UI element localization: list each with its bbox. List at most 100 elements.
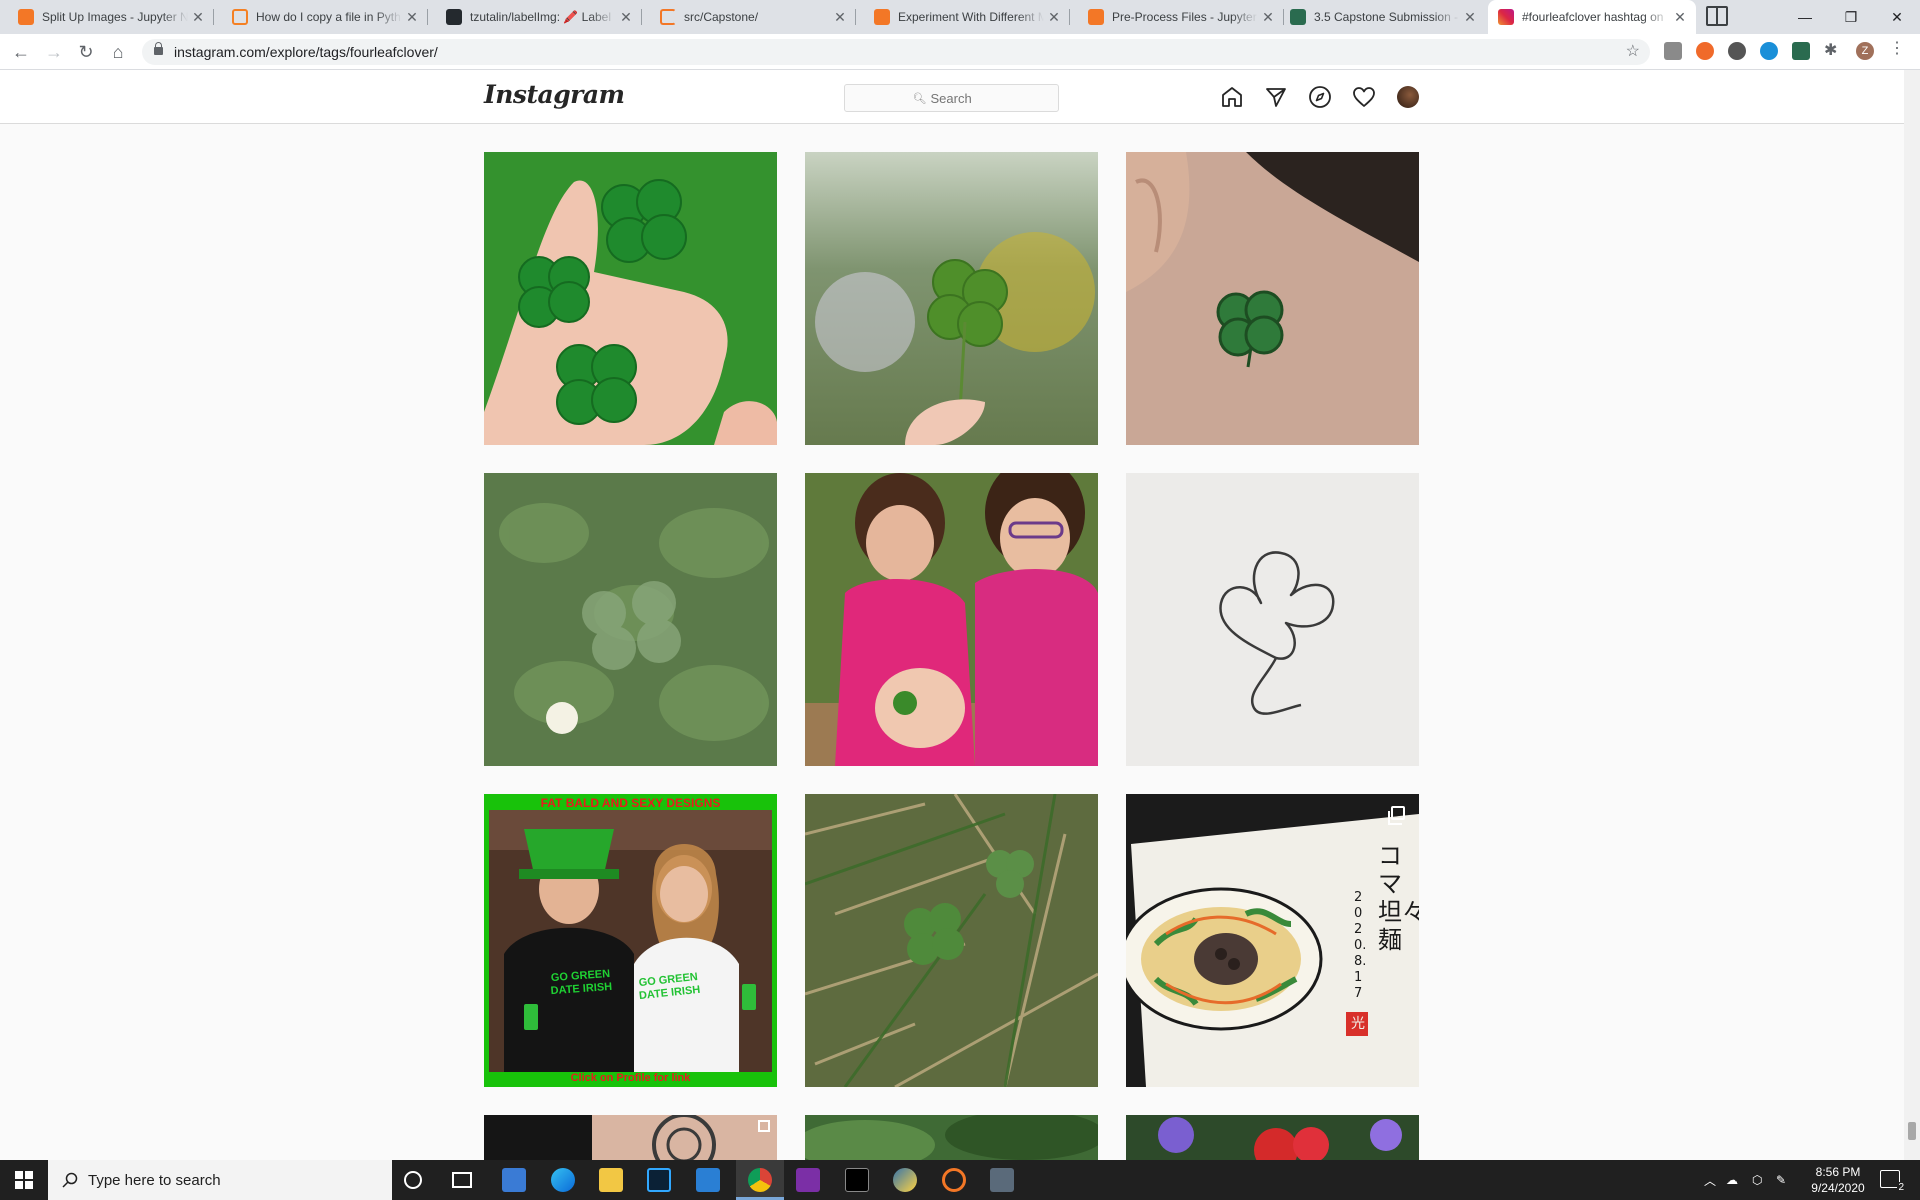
back-icon[interactable]: ← xyxy=(9,40,33,64)
home-icon[interactable] xyxy=(1220,85,1244,109)
tab-close-icon[interactable]: ✕ xyxy=(830,9,850,26)
tab-separator xyxy=(427,9,428,25)
lock-icon xyxy=(154,42,163,55)
restore-icon[interactable]: ❐ xyxy=(1828,0,1874,34)
instagram-logo[interactable]: Instagram xyxy=(484,80,625,109)
tab-copy-file-python[interactable]: How do I copy a file in Pyth ✕ xyxy=(222,0,428,34)
task-view-icon[interactable] xyxy=(452,1172,472,1188)
tab-close-icon[interactable]: ✕ xyxy=(402,9,422,26)
post-tile[interactable] xyxy=(805,152,1098,445)
extension-blue-icon[interactable] xyxy=(1760,42,1778,60)
dropbox-icon[interactable]: ⬡ xyxy=(1752,1160,1762,1200)
jupyter-icon xyxy=(18,9,34,25)
tab-close-icon[interactable]: ✕ xyxy=(1460,9,1480,26)
photoshop-icon[interactable] xyxy=(647,1168,671,1192)
search-icon xyxy=(62,1172,78,1188)
tab-split-up-images[interactable]: Split Up Images - Jupyter N ✕ xyxy=(8,0,214,34)
extensions-puzzle-icon[interactable]: ✱ xyxy=(1824,40,1842,59)
tab-title: How do I copy a file in Pyth xyxy=(256,10,401,24)
post-tile[interactable] xyxy=(805,473,1098,766)
page-scrollbar[interactable] xyxy=(1904,70,1920,1160)
carousel-multiple-icon xyxy=(1388,806,1405,825)
taskbar-search-box[interactable]: Type here to search xyxy=(48,1160,392,1200)
bookmark-star-icon[interactable]: ☆ xyxy=(1626,41,1640,61)
jupyter-taskbar-icon[interactable] xyxy=(942,1168,966,1192)
tab-title: #fourleafclover hashtag on xyxy=(1522,10,1664,24)
post-tile[interactable] xyxy=(1126,1115,1419,1160)
clover-tattoo-behind-ear-image xyxy=(1126,152,1419,445)
post-tile[interactable] xyxy=(1126,152,1419,445)
tab-title: src/Capstone/ xyxy=(684,10,759,24)
tab-title: 3.5 Capstone Submission - I xyxy=(1314,10,1460,24)
post-tile[interactable] xyxy=(1126,473,1419,766)
post-tile[interactable] xyxy=(805,1115,1098,1160)
cortana-icon[interactable] xyxy=(404,1171,422,1189)
scrollbar-thumb[interactable] xyxy=(1908,1122,1916,1140)
tab-close-icon[interactable]: ✕ xyxy=(188,9,208,26)
browser-tab-strip: Split Up Images - Jupyter N ✕ How do I c… xyxy=(0,0,1920,34)
edge-icon[interactable] xyxy=(551,1168,575,1192)
profile-avatar[interactable] xyxy=(1397,86,1419,108)
green-foliage-image xyxy=(805,1115,1098,1160)
post-tile[interactable] xyxy=(805,794,1098,1087)
tab-close-icon[interactable]: ✕ xyxy=(1044,9,1064,26)
tab-search-icon[interactable] xyxy=(1706,6,1728,26)
direct-message-icon[interactable] xyxy=(1264,85,1288,109)
tab-close-icon[interactable]: ✕ xyxy=(616,9,636,26)
home-page-icon[interactable]: ⌂ xyxy=(106,40,130,64)
tab-preprocess[interactable]: Pre-Process Files - Jupyter N ✕ xyxy=(1078,0,1284,34)
store-icon[interactable] xyxy=(502,1168,526,1192)
search-input[interactable] xyxy=(930,90,991,106)
extension-orange-icon[interactable] xyxy=(1696,42,1714,60)
browser-toolbar: ← → ↻ ⌂ instagram.com/explore/tags/fourl… xyxy=(0,34,1920,70)
post-banner-top: FAT BALD AND SEXY DESIGNS xyxy=(540,796,721,810)
extension-edx-icon[interactable] xyxy=(1792,42,1810,60)
post-tile[interactable] xyxy=(484,1115,777,1160)
jupyter-icon xyxy=(874,9,890,25)
reload-icon[interactable]: ↻ xyxy=(74,40,98,64)
tab-close-icon[interactable]: ✕ xyxy=(1670,9,1690,26)
painting-vertical-text: コマ坦々麺 xyxy=(1378,842,1419,954)
extension-circle-icon[interactable] xyxy=(1728,42,1746,60)
tab-capstone-submission[interactable]: 3.5 Capstone Submission - I ✕ xyxy=(1280,0,1486,34)
tab-src-capstone[interactable]: src/Capstone/ ✕ xyxy=(650,0,856,34)
clover-held-in-meadow-image xyxy=(805,152,1098,445)
post-tile[interactable] xyxy=(484,473,777,766)
edx-icon xyxy=(1290,9,1306,25)
tab-title: Experiment With Different M xyxy=(898,10,1044,24)
calculator-icon[interactable] xyxy=(990,1168,1014,1192)
start-windows-icon[interactable] xyxy=(0,1160,48,1200)
file-explorer-icon[interactable] xyxy=(599,1168,623,1192)
explore-compass-icon[interactable] xyxy=(1308,85,1332,109)
minimize-icon[interactable]: — xyxy=(1782,0,1828,34)
close-window-icon[interactable]: ✕ xyxy=(1874,0,1920,34)
terminal-icon[interactable] xyxy=(845,1168,869,1192)
python-icon[interactable] xyxy=(893,1168,917,1192)
onenote-icon[interactable] xyxy=(796,1168,820,1192)
notifications-icon[interactable]: 2 xyxy=(1880,1170,1905,1193)
tab-labelimg[interactable]: tzutalin/labelImg: 🖍️ Label ✕ xyxy=(436,0,642,34)
chrome-icon[interactable] xyxy=(748,1168,772,1192)
post-tile[interactable]: コマ坦々麺 2020.8.17 光 xyxy=(1126,794,1419,1087)
mail-icon[interactable] xyxy=(696,1168,720,1192)
forward-icon[interactable]: → xyxy=(42,40,66,64)
painting-seal-text: 光 xyxy=(1351,1015,1365,1031)
post-tile[interactable] xyxy=(484,152,777,445)
address-bar[interactable]: instagram.com/explore/tags/fourleafclove… xyxy=(142,39,1650,65)
tray-overflow-icon[interactable]: ︿ xyxy=(1704,1160,1716,1200)
onedrive-icon[interactable]: ☁ xyxy=(1726,1160,1738,1200)
extension-g-icon[interactable] xyxy=(1664,42,1682,60)
post-tile[interactable]: FAT BALD AND SEXY DESIGNS GO GREEN DATE … xyxy=(484,794,777,1087)
four-leaf-clovers-in-hand-image xyxy=(484,152,777,445)
activity-heart-icon[interactable] xyxy=(1352,85,1376,109)
tab-close-icon[interactable]: ✕ xyxy=(1258,9,1278,26)
search-box[interactable]: 🔍︎ xyxy=(844,84,1059,112)
profile-avatar-icon[interactable]: Z xyxy=(1856,42,1874,60)
url-text[interactable]: instagram.com/explore/tags/fourleafclove… xyxy=(174,44,438,60)
taskbar-clock[interactable]: 8:56 PM 9/24/2020 xyxy=(1806,1164,1870,1196)
tab-fourleafclover[interactable]: #fourleafclover hashtag on ✕ xyxy=(1488,0,1696,34)
pen-icon[interactable]: ✎ xyxy=(1776,1160,1786,1200)
tab-experiment[interactable]: Experiment With Different M ✕ xyxy=(864,0,1070,34)
chrome-menu-icon[interactable]: ⋮ xyxy=(1888,38,1906,57)
tab-separator xyxy=(641,9,642,25)
